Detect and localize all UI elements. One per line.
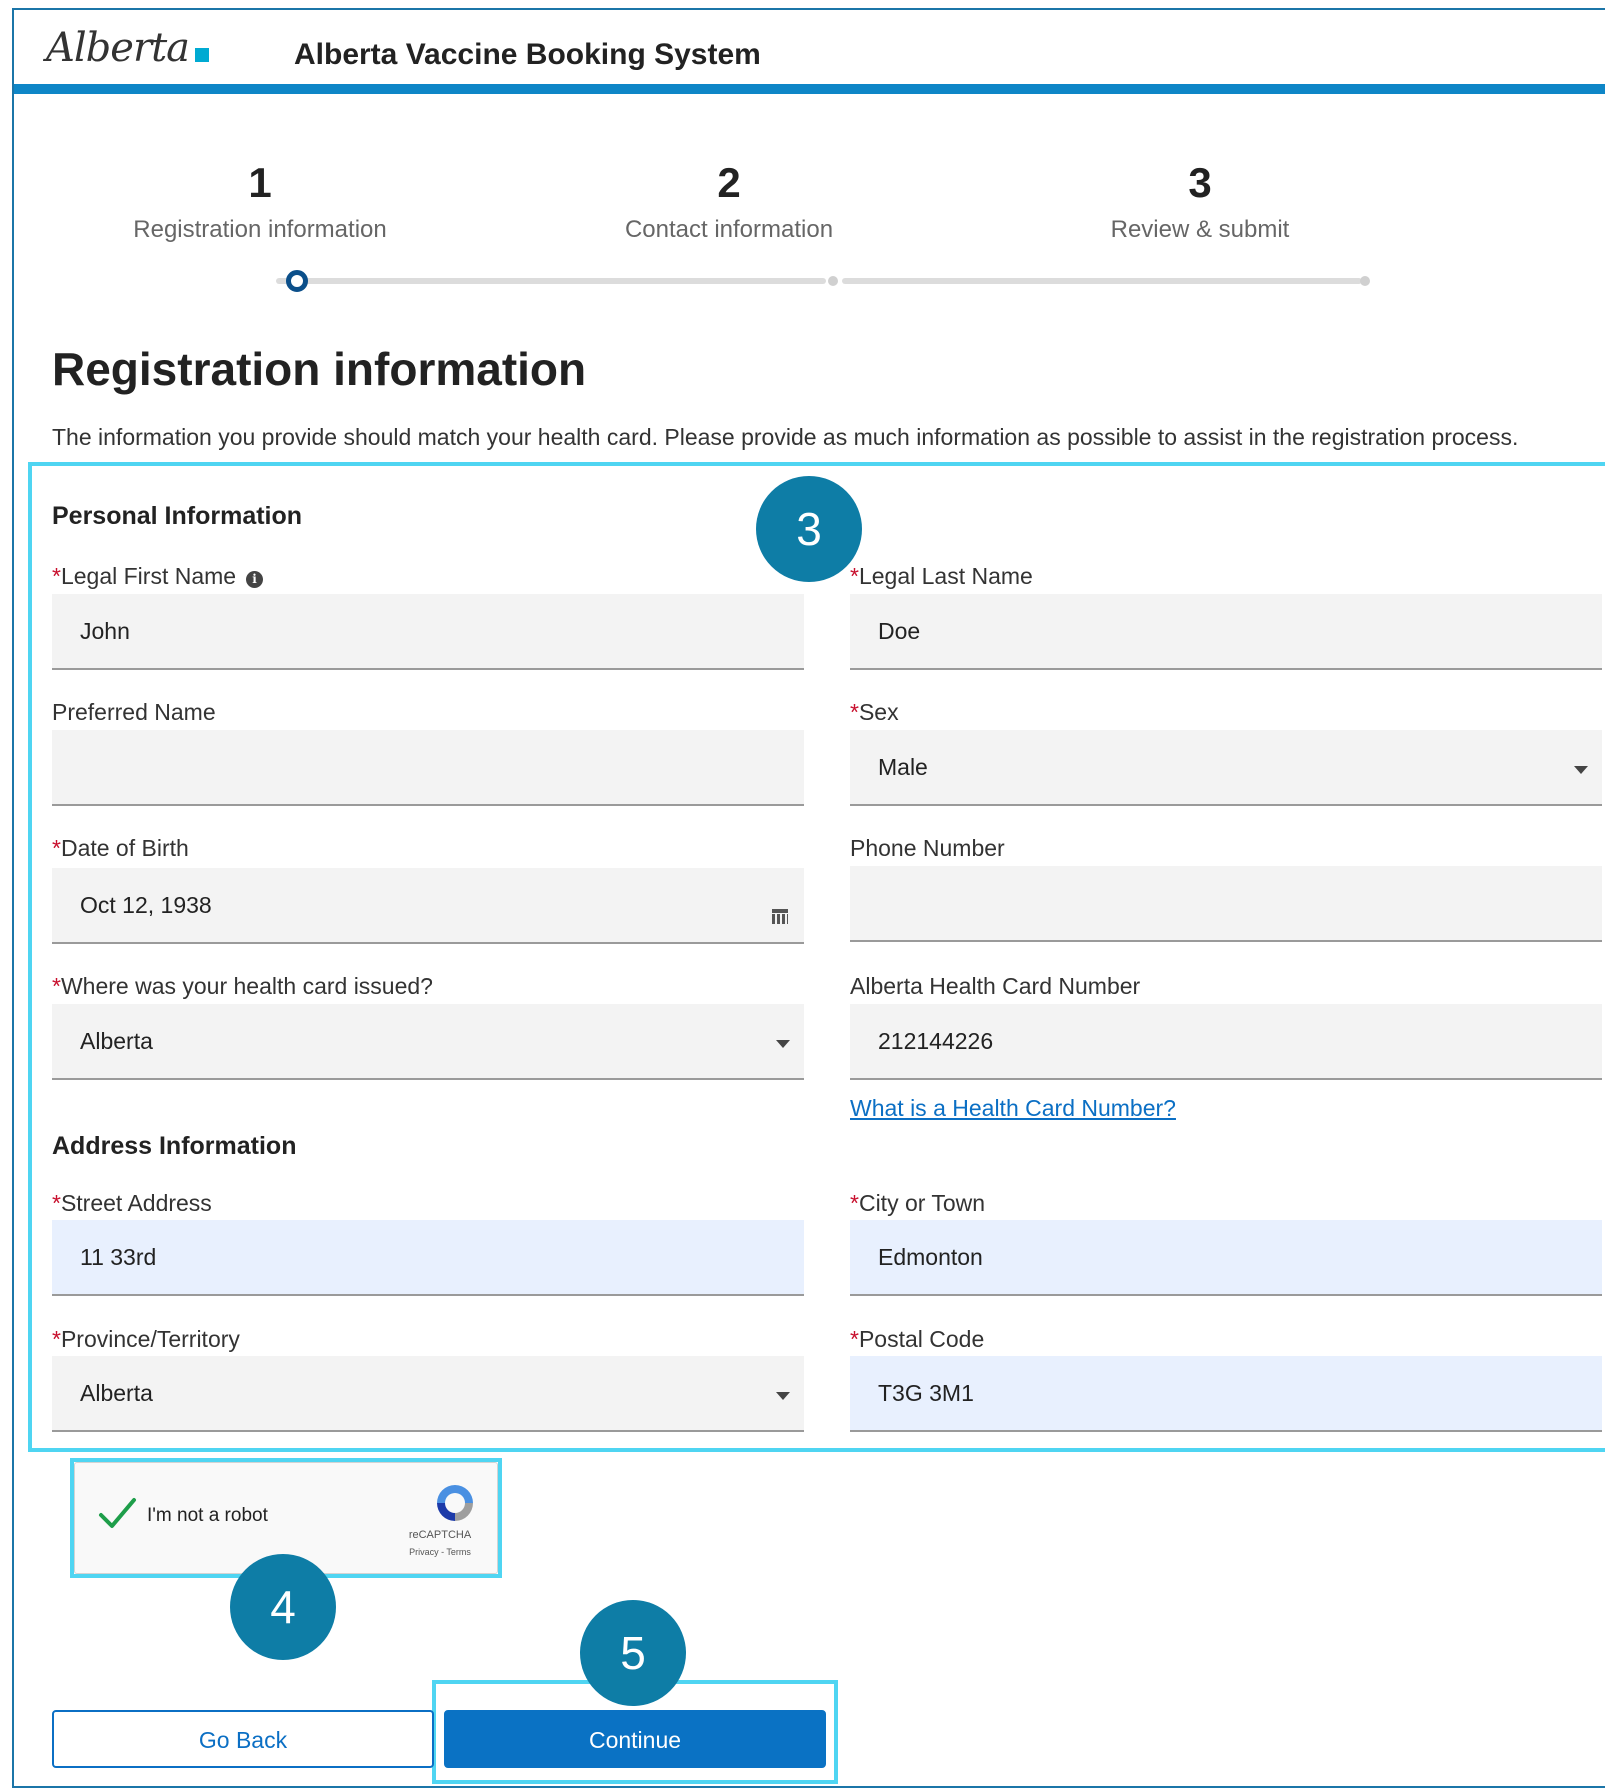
form-highlight-box: [28, 462, 1605, 1452]
step-track-1: [276, 278, 826, 284]
step-label: Review & submit: [1110, 216, 1290, 243]
checkmark-icon[interactable]: [97, 1493, 137, 1533]
app-window: Alberta Alberta Vaccine Booking System 1…: [12, 8, 1605, 1788]
alberta-logo[interactable]: Alberta: [46, 24, 209, 72]
header: Alberta Alberta Vaccine Booking System: [14, 10, 1605, 86]
annotation-badge-5: 5: [580, 1600, 686, 1706]
logo-wordmark: Alberta: [46, 25, 190, 71]
header-accent-bar: [14, 84, 1605, 94]
logo-square-icon: [195, 48, 209, 62]
step-indicator-active: [286, 270, 308, 292]
page-intro: The information you provide should match…: [52, 424, 1519, 450]
go-back-button[interactable]: Go Back: [52, 1710, 434, 1768]
step-label: Registration information: [133, 216, 387, 243]
step-number: 3: [1188, 159, 1212, 206]
step-indicator-3: [1360, 276, 1370, 286]
captcha-label: I'm not a robot: [147, 1505, 268, 1526]
step-number: 1: [248, 159, 272, 206]
step-track-2: [842, 278, 1362, 284]
annotation-badge-3: 3: [756, 476, 862, 582]
step-label: Contact information: [624, 216, 834, 243]
step-1: 1 Registration information: [100, 162, 420, 244]
step-indicator-2: [828, 276, 838, 286]
annotation-badge-4: 4: [230, 1554, 336, 1660]
step-2: 2 Contact information: [569, 162, 889, 244]
recaptcha-logo-icon: [437, 1485, 473, 1521]
step-3: 3 Review & submit: [1040, 162, 1360, 244]
step-number: 2: [717, 159, 741, 206]
app-title: Alberta Vaccine Booking System: [294, 38, 761, 71]
recaptcha-brand: reCAPTCHA: [408, 1529, 472, 1541]
recaptcha-links[interactable]: Privacy - Terms: [395, 1547, 485, 1557]
continue-button[interactable]: Continue: [444, 1710, 826, 1768]
page-title: Registration information: [52, 343, 587, 395]
